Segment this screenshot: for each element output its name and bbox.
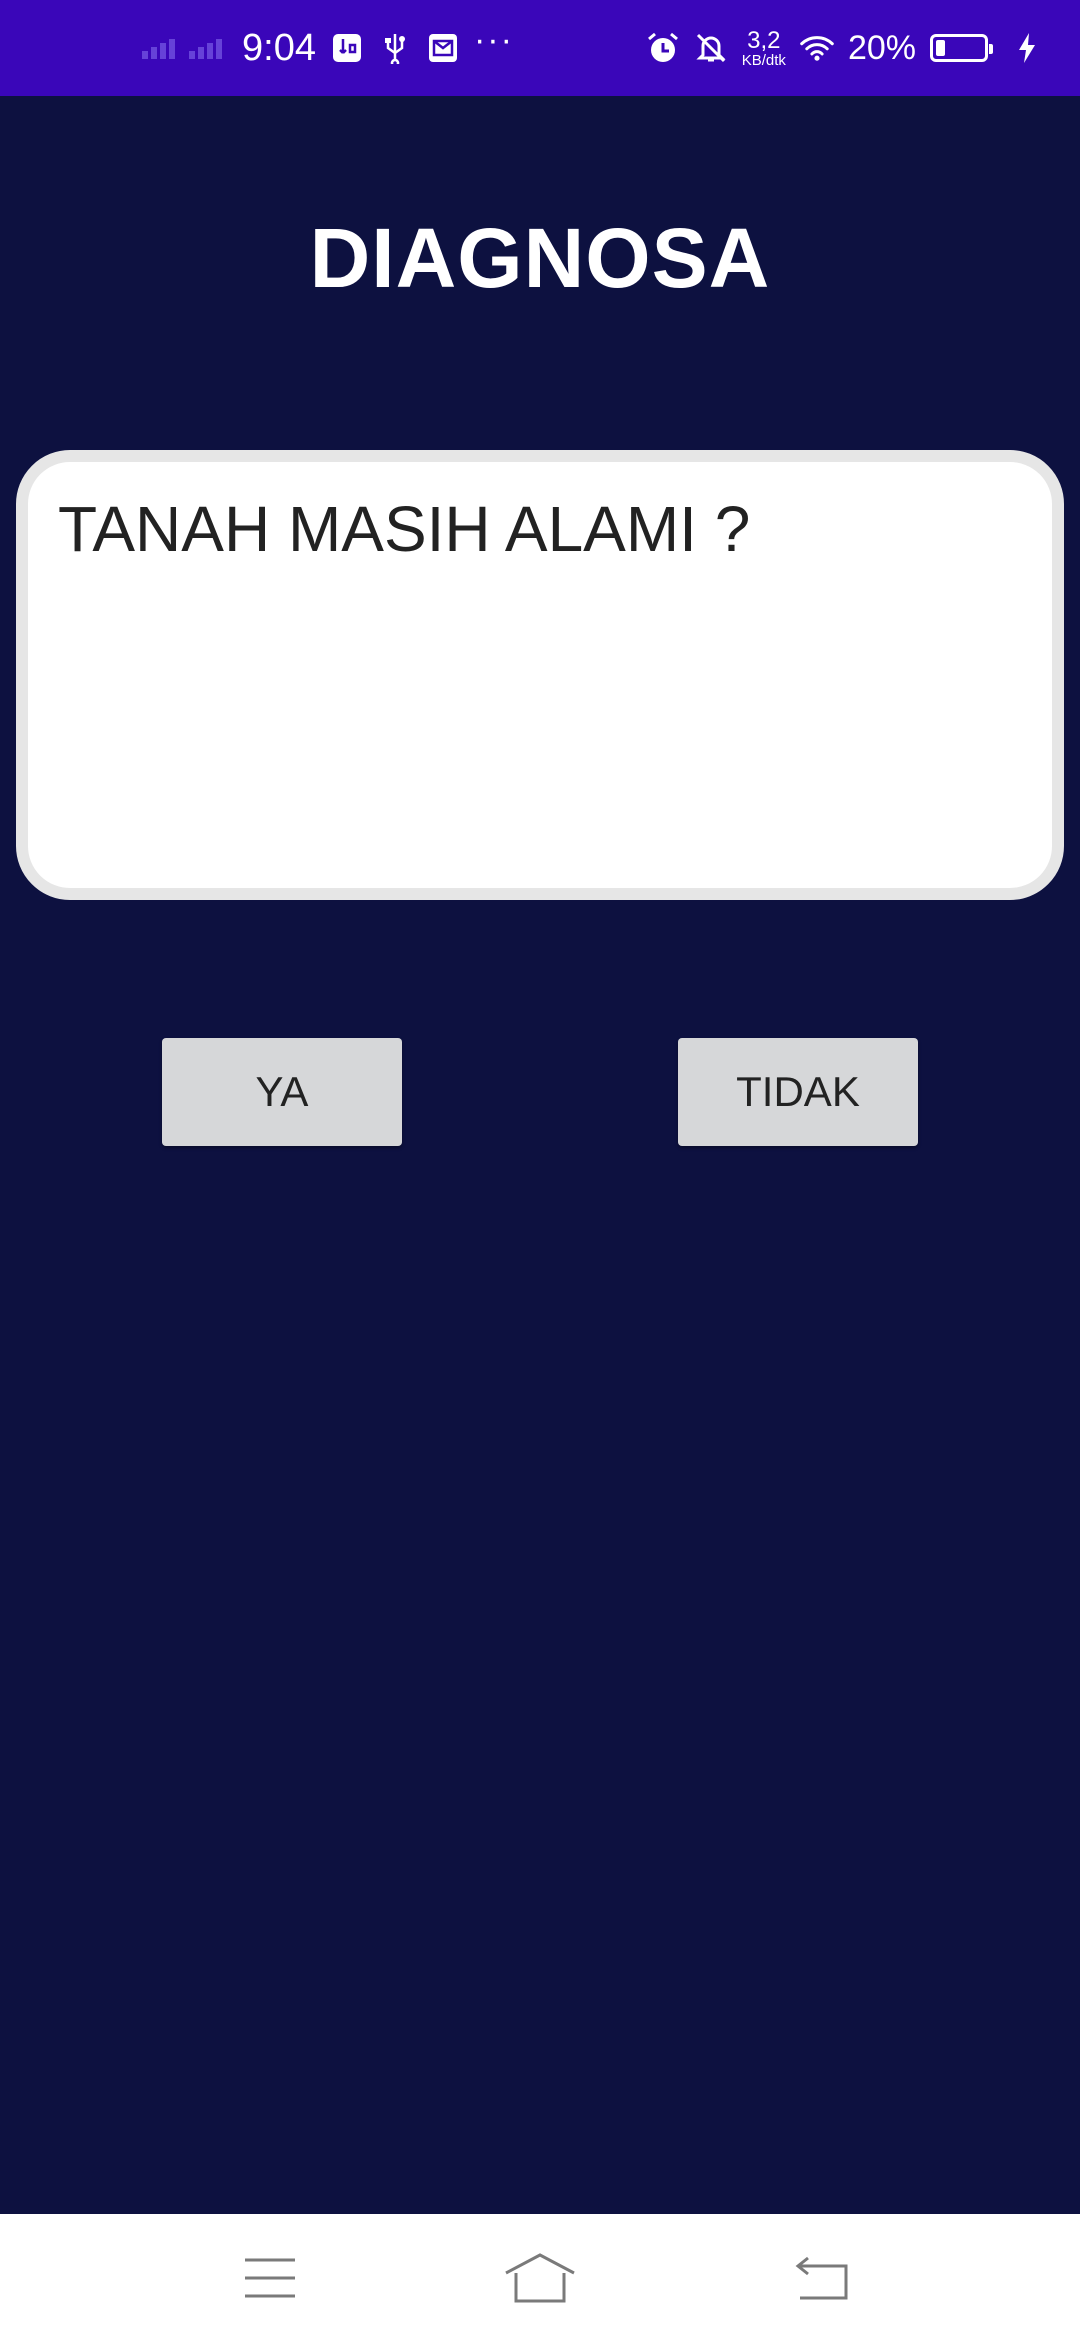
battery-level — [936, 40, 946, 56]
page-title: DIAGNOSA — [309, 211, 771, 305]
question-text: TANAH MASIH ALAMI ? — [58, 493, 751, 565]
wifi-icon — [800, 31, 834, 65]
charging-icon — [1010, 31, 1044, 65]
battery-percent: 20% — [847, 28, 916, 67]
signal-icon — [142, 37, 175, 59]
status-bar-left: 9:04 ··· — [142, 0, 514, 96]
notifications-off-icon — [694, 31, 728, 65]
menu-icon[interactable] — [230, 2238, 310, 2318]
question-card: TANAH MASIH ALAMI ? — [16, 450, 1064, 900]
battery-icon — [930, 34, 993, 62]
more-icon: ··· — [473, 20, 514, 59]
no-button[interactable]: TIDAK — [678, 1038, 918, 1146]
status-bar-right: 3,2 KB/dtk 20% — [646, 0, 1044, 96]
network-speed-value: 3,2 — [747, 26, 781, 54]
status-time: 9:04 — [242, 26, 316, 69]
network-speed: 3,2 KB/dtk — [741, 26, 786, 69]
home-icon[interactable] — [500, 2238, 580, 2318]
navigation-bar — [0, 2214, 1080, 2340]
status-bar: 9:04 ··· 3,2 KB/dtk 20% — [0, 0, 1080, 96]
signal-icon — [189, 37, 222, 59]
usb-debug-icon — [330, 31, 364, 65]
network-speed-unit: KB/dtk — [741, 51, 786, 69]
usb-icon — [378, 31, 412, 65]
back-icon[interactable] — [782, 2238, 862, 2318]
mail-icon — [426, 31, 460, 65]
yes-button[interactable]: YA — [162, 1038, 402, 1146]
alarm-icon — [646, 31, 680, 65]
